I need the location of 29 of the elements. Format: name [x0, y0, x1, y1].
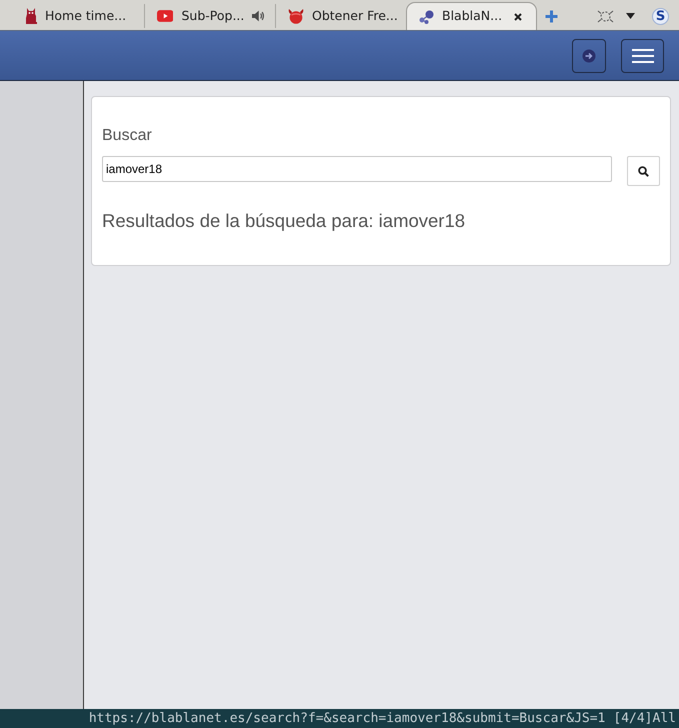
horned-ball-icon	[288, 8, 304, 24]
browser-tab[interactable]: BlablaN...	[406, 2, 537, 30]
status-scroll: All	[652, 710, 676, 728]
status-position: [4/4]	[613, 710, 653, 728]
status-url: https://blablanet.es/search?f=&search=iamover18&submit=Buscar&JS=1	[88, 710, 606, 728]
search-label: Buscar	[102, 126, 153, 146]
plus-icon[interactable]	[545, 10, 558, 22]
play-button-icon	[157, 10, 174, 22]
close-icon[interactable]	[514, 12, 522, 20]
search-icon	[638, 166, 649, 176]
tab-title: Home time...	[45, 6, 126, 25]
caret-icon[interactable]	[626, 13, 635, 19]
browser-tab[interactable]: Sub-Pop...	[144, 4, 275, 28]
tab-title: Obtener Fre...	[312, 6, 398, 25]
connected-dots-icon	[419, 10, 434, 24]
search-button[interactable]	[627, 156, 660, 186]
login-icon	[582, 48, 596, 62]
results-heading: Resultados de la búsqueda para: iamover18	[102, 209, 466, 233]
menu-icon	[632, 48, 654, 64]
speaker-icon[interactable]	[252, 10, 265, 22]
tab-title: Sub-Pop...	[181, 6, 244, 25]
cat-icon	[25, 8, 37, 24]
tab-title: BlablaN...	[442, 7, 502, 26]
browser-tab[interactable]: Home time...	[13, 4, 144, 28]
logo-badge[interactable]: S	[652, 8, 669, 24]
menu-button[interactable]	[621, 38, 664, 72]
login-button[interactable]	[572, 38, 606, 72]
search-field[interactable]: iamover18	[102, 156, 612, 182]
dashed-circle-icon[interactable]	[597, 8, 614, 24]
